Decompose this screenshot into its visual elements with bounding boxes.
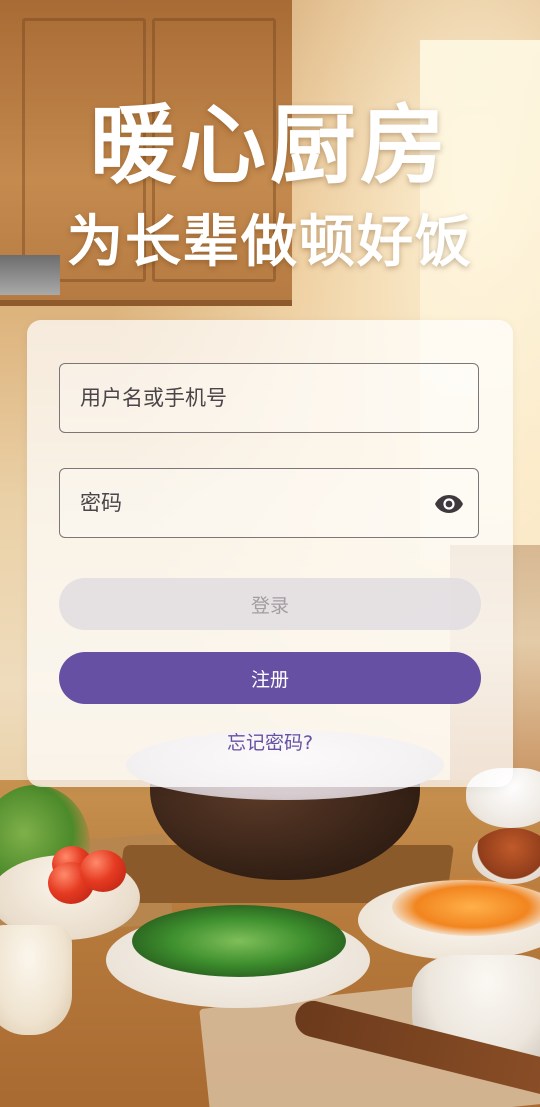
rice-bowl [0,925,72,1035]
username-field [59,363,479,433]
bokchoy [132,905,346,977]
carrots [392,878,540,936]
register-button[interactable]: 注册 [59,652,481,704]
tomato [80,850,126,892]
login-button[interactable]: 登录 [59,578,481,630]
eye-icon[interactable] [432,488,466,520]
password-input[interactable] [60,469,478,537]
login-card: 登录 注册 忘记密码? [27,320,513,787]
headline: 暖心厨房 为长辈做顿好饭 [0,96,540,276]
username-input[interactable] [60,364,478,432]
forgot-password-link[interactable]: 忘记密码? [27,728,513,755]
password-field [59,468,479,538]
app-subtitle: 为长辈做顿好饭 [67,210,473,275]
app-title: 暖心厨房 [90,96,450,196]
